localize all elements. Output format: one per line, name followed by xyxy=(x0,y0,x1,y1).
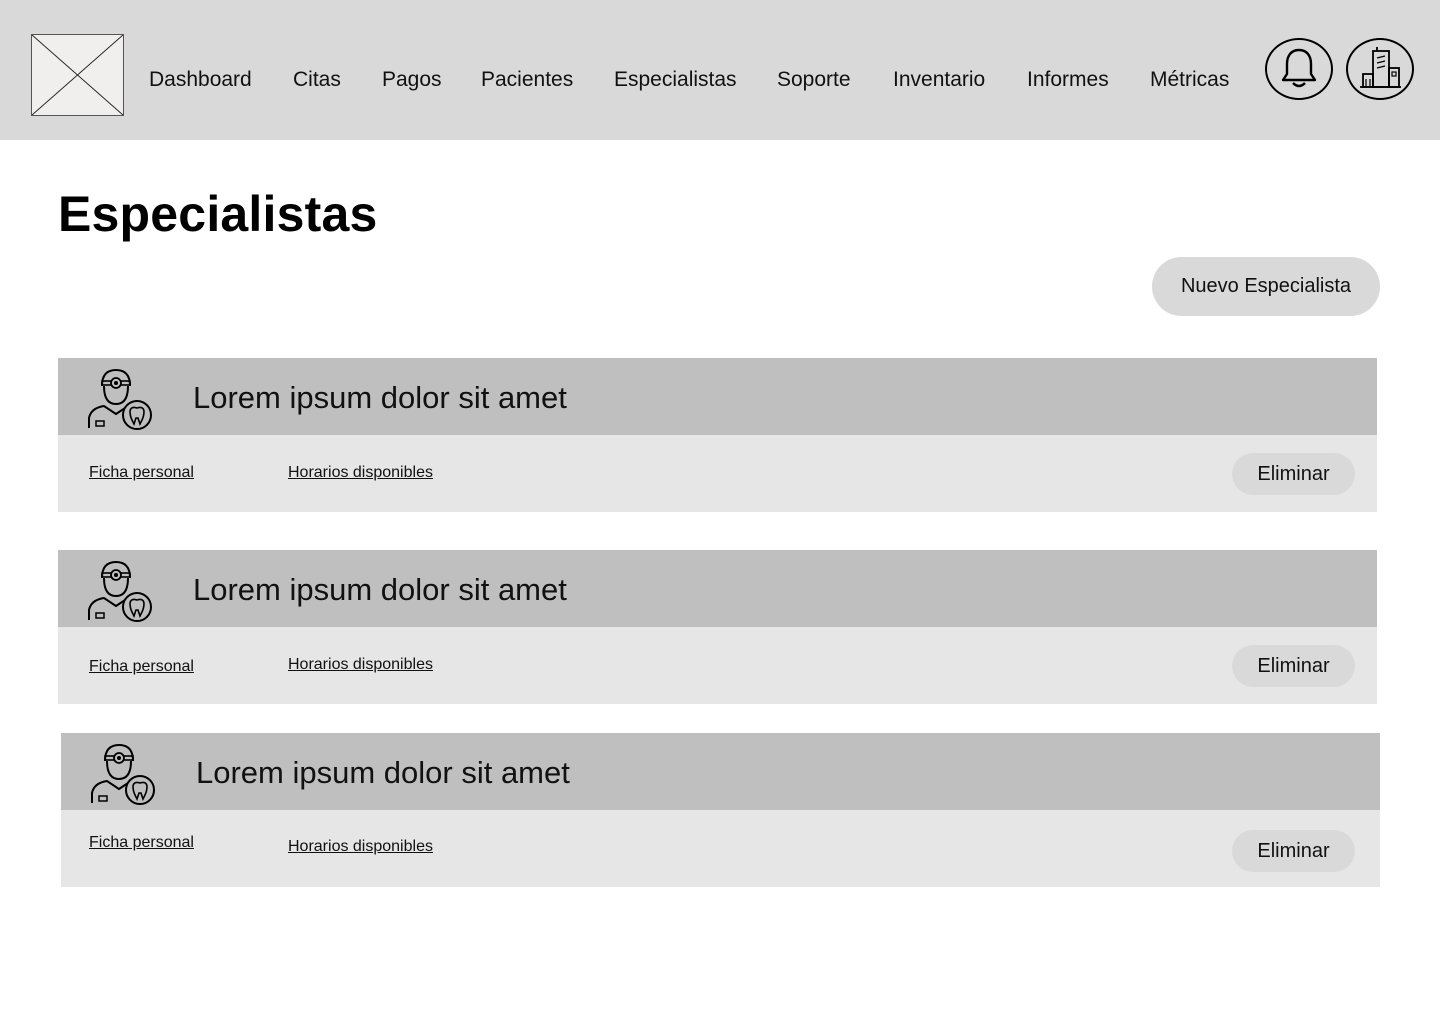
page-title: Especialistas xyxy=(58,186,378,242)
available-schedule-link[interactable]: Horarios disponibles xyxy=(288,655,433,675)
nav-item-informes[interactable]: Informes xyxy=(1027,66,1109,94)
available-schedule-link[interactable]: Horarios disponibles xyxy=(288,463,433,483)
dentist-icon xyxy=(88,560,152,622)
building-icon xyxy=(1360,47,1401,88)
delete-button[interactable]: Eliminar xyxy=(1232,453,1355,495)
bell-icon xyxy=(1281,48,1317,88)
delete-button[interactable]: Eliminar xyxy=(1232,645,1355,687)
specialist-card: Lorem ipsum dolor sit amet Ficha persona… xyxy=(58,358,1377,512)
specialist-card-header: Lorem ipsum dolor sit amet xyxy=(58,358,1377,435)
specialist-card: Lorem ipsum dolor sit amet Ficha persona… xyxy=(58,550,1377,704)
logo-placeholder-icon[interactable] xyxy=(31,34,124,116)
specialist-name: Lorem ipsum dolor sit amet xyxy=(193,572,567,607)
organization-button[interactable] xyxy=(1346,38,1414,100)
specialist-card: Lorem ipsum dolor sit amet Ficha persona… xyxy=(61,733,1380,887)
available-schedule-link[interactable]: Horarios disponibles xyxy=(288,837,433,857)
personal-record-link[interactable]: Ficha personal xyxy=(89,463,194,483)
specialist-name: Lorem ipsum dolor sit amet xyxy=(193,380,567,415)
top-navbar: Dashboard Citas Pagos Pacientes Especial… xyxy=(0,0,1440,140)
nav-item-pagos[interactable]: Pagos xyxy=(382,66,442,94)
personal-record-link[interactable]: Ficha personal xyxy=(89,657,194,677)
nav-item-soporte[interactable]: Soporte xyxy=(777,66,851,94)
specialist-card-body: Ficha personal Horarios disponibles Elim… xyxy=(58,627,1377,704)
specialist-card-body: Ficha personal Horarios disponibles Elim… xyxy=(61,810,1380,887)
new-specialist-button[interactable]: Nuevo Especialista xyxy=(1152,257,1380,316)
delete-button[interactable]: Eliminar xyxy=(1232,830,1355,872)
nav-item-especialistas[interactable]: Especialistas xyxy=(614,66,737,94)
nav-item-pacientes[interactable]: Pacientes xyxy=(481,66,573,94)
personal-record-link[interactable]: Ficha personal xyxy=(89,833,194,853)
nav-item-metricas[interactable]: Métricas xyxy=(1150,66,1229,94)
specialist-card-body: Ficha personal Horarios disponibles Elim… xyxy=(58,435,1377,512)
dentist-icon xyxy=(91,743,155,805)
dentist-icon xyxy=(88,368,152,430)
nav-item-citas[interactable]: Citas xyxy=(293,66,341,94)
notifications-button[interactable] xyxy=(1265,38,1333,100)
specialist-card-header: Lorem ipsum dolor sit amet xyxy=(58,550,1377,627)
specialist-name: Lorem ipsum dolor sit amet xyxy=(196,755,570,790)
nav-item-dashboard[interactable]: Dashboard xyxy=(149,66,252,94)
nav-item-inventario[interactable]: Inventario xyxy=(893,66,985,94)
specialist-card-header: Lorem ipsum dolor sit amet xyxy=(61,733,1380,810)
